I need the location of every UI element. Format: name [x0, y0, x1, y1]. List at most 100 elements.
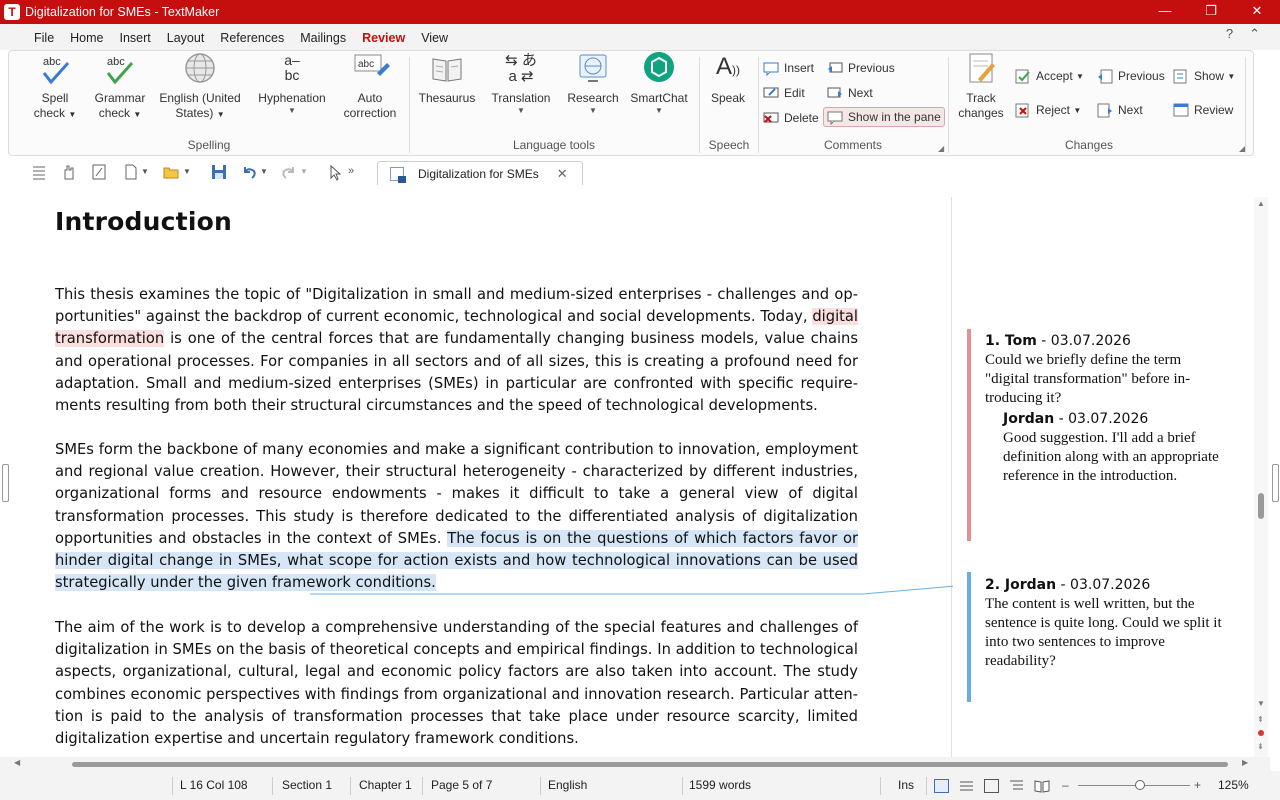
- track-changes-button[interactable]: Track changes: [953, 51, 1009, 121]
- speak-button[interactable]: A)) Speak: [703, 51, 753, 106]
- spell-check-button[interactable]: abc Spell check ▼: [27, 51, 83, 122]
- scroll-right-icon[interactable]: ▶: [1242, 758, 1248, 767]
- reply-author: Jordan: [1003, 411, 1055, 427]
- research-button[interactable]: Research ▼: [561, 51, 625, 116]
- redo-dropdown-icon[interactable]: ▼: [300, 163, 318, 181]
- vertical-scroll-thumb[interactable]: [1258, 493, 1264, 519]
- zoom-level[interactable]: 125%: [1218, 778, 1249, 792]
- previous-comment-button[interactable]: Previous: [827, 58, 895, 78]
- zoom-in-button[interactable]: +: [1194, 778, 1201, 792]
- minimize-button[interactable]: —: [1142, 0, 1188, 24]
- window-title: Digitalization for SMEs - TextMaker: [25, 5, 220, 19]
- thesaurus-button[interactable]: Thesaurus: [413, 51, 481, 106]
- open-dropdown-icon[interactable]: ▼: [183, 163, 201, 181]
- smartchat-button[interactable]: SmartChat ▼: [627, 51, 691, 116]
- next-comment-label: Next: [848, 86, 873, 100]
- reject-change-button[interactable]: Reject ▼: [1015, 100, 1081, 120]
- delete-comment-button[interactable]: Delete: [763, 108, 819, 128]
- changes-group-label: Changes: [1064, 138, 1114, 152]
- collapse-ribbon-icon[interactable]: ⌃: [1249, 26, 1260, 42]
- menu-mailings[interactable]: Mailings: [292, 24, 354, 50]
- insert-comment-button[interactable]: Insert: [763, 58, 814, 78]
- page-indicator[interactable]: Page 5 of 7: [431, 778, 492, 792]
- status-separator: [926, 777, 927, 795]
- horizontal-scrollbar[interactable]: ◀ ▶: [0, 757, 1270, 771]
- previous-change-button[interactable]: Previous: [1097, 66, 1165, 86]
- language-button[interactable]: English (United States) ▼: [155, 51, 245, 122]
- pointer-icon[interactable]: [326, 163, 344, 181]
- next-change-button[interactable]: Next: [1097, 100, 1143, 120]
- zoom-slider-track[interactable]: [1078, 785, 1190, 786]
- sidebar-toggle-icon[interactable]: [30, 163, 48, 181]
- browse-object-icon[interactable]: [1258, 730, 1264, 736]
- redo-icon[interactable]: [280, 163, 298, 181]
- accept-change-button[interactable]: Accept ▼: [1015, 66, 1084, 86]
- document-page[interactable]: Introduction This thesis examines the to…: [12, 197, 952, 757]
- scroll-up-icon[interactable]: ▲: [1257, 199, 1265, 208]
- scroll-left-icon[interactable]: ◀: [14, 758, 20, 767]
- new-document-dropdown-icon[interactable]: ▼: [141, 163, 159, 181]
- textmaker-app-icon[interactable]: T: [4, 4, 20, 20]
- previous-page-icon[interactable]: ⇞: [1257, 715, 1264, 724]
- menu-references[interactable]: References: [212, 24, 292, 50]
- scroll-down-icon[interactable]: ▼: [1257, 699, 1265, 708]
- previous-change-icon: [1097, 68, 1113, 84]
- menu-file[interactable]: File: [26, 24, 62, 50]
- book-view-icon[interactable]: [1034, 779, 1050, 793]
- left-pane-handle[interactable]: [2, 464, 9, 502]
- outline-view-icon[interactable]: [959, 779, 974, 793]
- language-indicator[interactable]: English: [548, 778, 587, 792]
- help-icon[interactable]: ?: [1226, 26, 1233, 42]
- edit-comment-button[interactable]: Edit: [763, 83, 805, 103]
- comment-1[interactable]: 1. Tom - 03.07.2026 Could we briefly def…: [985, 332, 1223, 486]
- zoom-slider-thumb[interactable]: [1134, 780, 1145, 790]
- menu-layout[interactable]: Layout: [159, 24, 213, 50]
- previous-comment-icon: [827, 60, 843, 76]
- review-pane-button[interactable]: Review: [1173, 100, 1233, 120]
- insert-mode-indicator[interactable]: Ins: [898, 778, 914, 792]
- previous-change-label: Previous: [1118, 69, 1165, 83]
- open-folder-icon[interactable]: [162, 163, 180, 181]
- reply-text: Good suggestion. I'll add a brief defini…: [1003, 430, 1219, 484]
- translation-button[interactable]: ⇆ あa ⇄ Translation ▼: [485, 51, 557, 116]
- show-in-pane-toggle[interactable]: Show in the pane: [823, 107, 945, 127]
- menu-home[interactable]: Home: [62, 24, 111, 50]
- close-window-button[interactable]: ✕: [1234, 0, 1280, 24]
- edit-mode-icon[interactable]: [90, 163, 108, 181]
- show-changes-button[interactable]: Show ▼: [1173, 66, 1235, 86]
- hand-tool-icon[interactable]: [60, 163, 78, 181]
- normal-view-icon[interactable]: [934, 779, 949, 793]
- maximize-button[interactable]: ❐: [1188, 0, 1234, 24]
- edit-comment-label: Edit: [784, 86, 805, 100]
- vertical-scrollbar[interactable]: ▲ ▼ ⇞ ⇟: [1254, 197, 1268, 757]
- menu-insert[interactable]: Insert: [112, 24, 159, 50]
- research-label: Research: [567, 91, 619, 105]
- more-toolbar-icon[interactable]: »: [348, 163, 366, 181]
- paragraph-2[interactable]: SMEs form the backbone of many economies…: [55, 439, 858, 594]
- hyphenation-button[interactable]: a– bc Hyphenation ▼: [251, 51, 333, 116]
- new-document-icon[interactable]: [122, 163, 140, 181]
- undo-icon[interactable]: [240, 163, 258, 181]
- document-tab[interactable]: Digitalization for SMEs ✕: [377, 161, 583, 185]
- page-view-icon[interactable]: [984, 779, 999, 793]
- comment-1-reply[interactable]: Jordan - 03.07.2026 Good suggestion. I'l…: [1003, 410, 1223, 486]
- paragraph-1[interactable]: This thesis examines the topic of "Digit…: [55, 284, 858, 417]
- close-tab-icon[interactable]: ✕: [557, 166, 568, 182]
- grammar-check-button[interactable]: abc Grammar check ▼: [89, 51, 151, 122]
- next-page-icon[interactable]: ⇟: [1257, 742, 1264, 751]
- menu-view[interactable]: View: [413, 24, 456, 50]
- master-page-view-icon[interactable]: [1009, 779, 1024, 793]
- zoom-out-button[interactable]: –: [1062, 778, 1069, 792]
- next-comment-button[interactable]: Next: [827, 83, 873, 103]
- menu-review[interactable]: Review: [354, 24, 413, 50]
- save-icon[interactable]: [210, 163, 228, 181]
- comments-group-label: Comments: [823, 138, 882, 152]
- auto-correction-button[interactable]: abc Auto correction: [339, 51, 401, 121]
- right-pane-handle[interactable]: [1272, 464, 1279, 502]
- undo-dropdown-icon[interactable]: ▼: [260, 163, 278, 181]
- comments-dialog-launcher-icon[interactable]: ◢: [938, 144, 944, 153]
- paragraph-3[interactable]: The aim of the work is to develop a comp…: [55, 617, 858, 750]
- horizontal-scroll-thumb[interactable]: [72, 762, 1228, 767]
- comment-2[interactable]: 2. Jordan - 03.07.2026 The content is we…: [985, 576, 1227, 671]
- comment-2-text: The content is well written, but the sen…: [985, 596, 1222, 669]
